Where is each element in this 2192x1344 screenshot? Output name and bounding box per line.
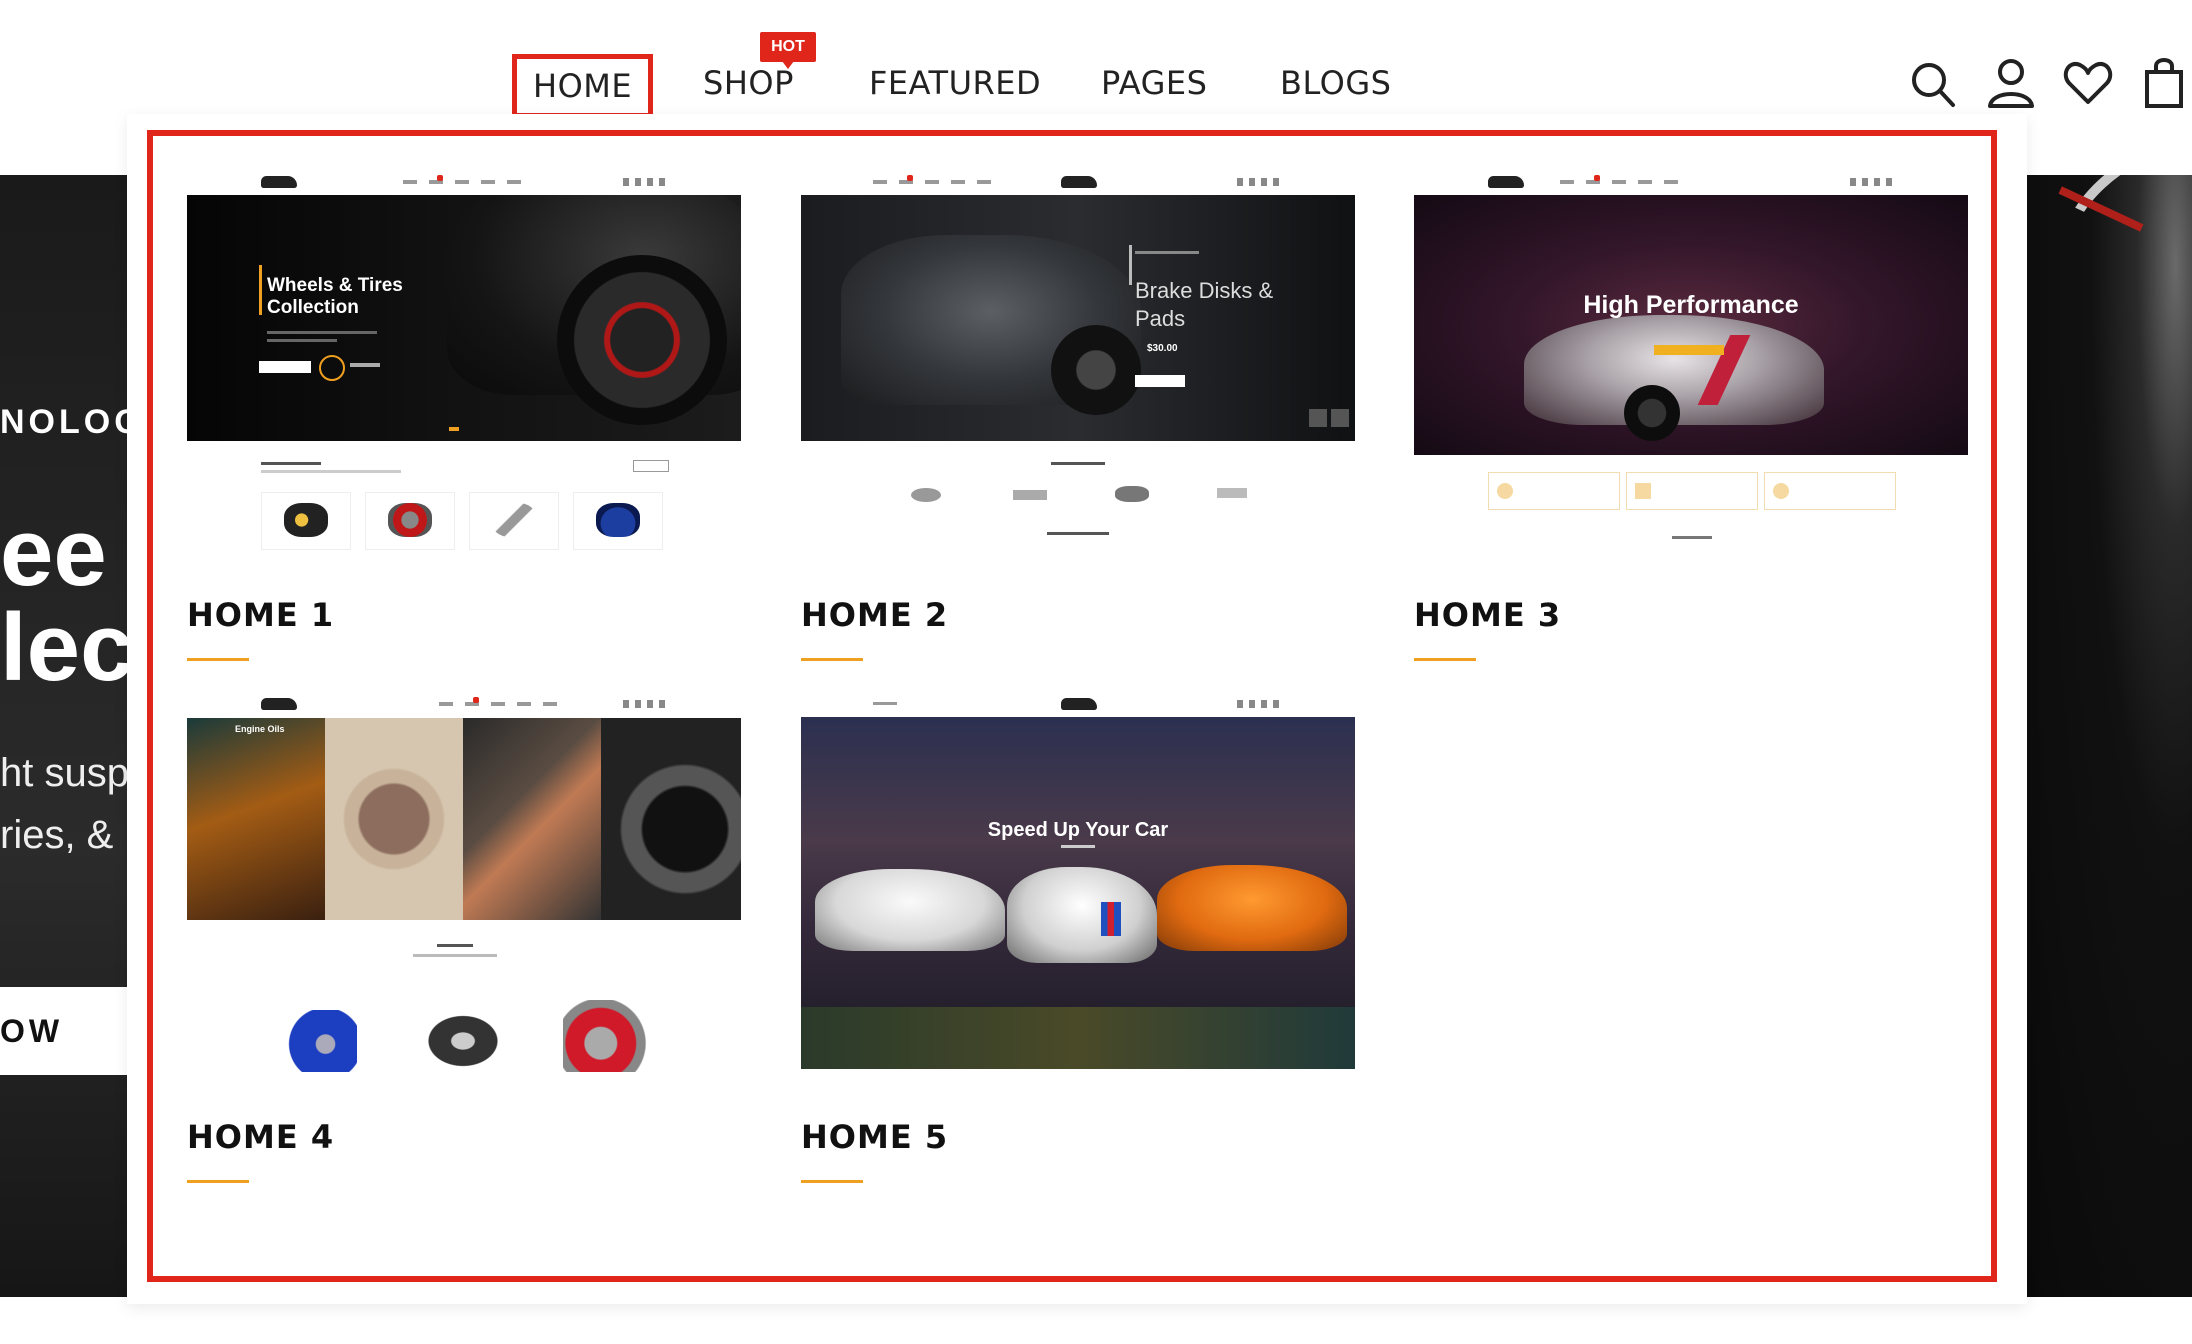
nav-item-shop[interactable]: SHOP [703,60,794,106]
hero-slider-left-edge: NOLOG ee lec ht susp ries, & OW [0,175,128,1297]
car-silhouette [2033,175,2192,358]
demo-underline [187,658,249,661]
demo-underline [1414,658,1476,661]
nav-item-blogs[interactable]: BLOGS [1280,60,1391,106]
hero-subtitle-line-2: ries, & [0,813,114,857]
demo-label-home-1[interactable]: HOME 1 [187,596,334,634]
thumbnail-banner: Wheels & Tires Collection [187,195,741,441]
nav-item-pages[interactable]: PAGES [1101,60,1207,106]
banner-price: $30.00 [1147,343,1178,354]
shopping-bag-icon[interactable] [2140,56,2190,110]
hero-subtitle-line-1: ht susp [0,751,128,795]
thumbnail-banner: Engine Oils [187,718,741,920]
hero-title-line-1: ee [0,499,107,606]
demo-thumbnail-home-1[interactable]: Wheels & Tires Collection [187,170,741,550]
thumbnail-header [187,170,741,194]
demo-underline [187,1180,249,1183]
thumbnail-banner: Speed Up Your Car [801,717,1355,1069]
demo-label-home-4[interactable]: HOME 4 [187,1118,334,1156]
banner-title: Brake Disks & Pads [1135,278,1274,331]
demo-label-home-2[interactable]: HOME 2 [801,596,948,634]
thumbnail-header [187,692,741,716]
banner-title: Wheels & Tires Collection [267,275,403,318]
thumbnail-header [1414,170,1968,194]
heart-icon[interactable] [2063,56,2113,110]
hero-slider-right-edge [2026,175,2192,1297]
demo-thumbnail-home-5[interactable]: Speed Up Your Car [801,692,1355,1072]
demo-thumbnail-home-3[interactable]: High Performance [1414,170,1968,550]
thumbnail-header [801,170,1355,194]
demo-underline [801,658,863,661]
banner-title: High Performance [1583,291,1799,319]
thumbnail-banner: Brake Disks & Pads $30.00 [801,195,1355,441]
banner-title: Engine Oils [235,724,285,734]
thumbnail-header [801,692,1355,716]
user-icon[interactable] [1986,56,2036,110]
nav-item-featured[interactable]: FEATURED [869,60,1041,106]
hot-badge: HOT [760,32,816,69]
demo-label-home-5[interactable]: HOME 5 [801,1118,948,1156]
hero-shop-now-button[interactable]: OW [0,987,128,1075]
banner-title: Speed Up Your Car [987,819,1169,841]
hero-title-line-2: lec [0,594,128,701]
search-icon[interactable] [1908,56,1958,110]
nav-item-home[interactable]: HOME [512,54,654,118]
demo-underline [801,1180,863,1183]
demo-thumbnail-home-4[interactable]: Engine Oils [187,692,741,1072]
demo-label-home-3[interactable]: HOME 3 [1414,596,1561,634]
demo-thumbnail-home-2[interactable]: Brake Disks & Pads $30.00 [801,170,1355,550]
hero-tagline: NOLOG [0,403,128,441]
thumbnail-banner: High Performance [1414,195,1968,455]
